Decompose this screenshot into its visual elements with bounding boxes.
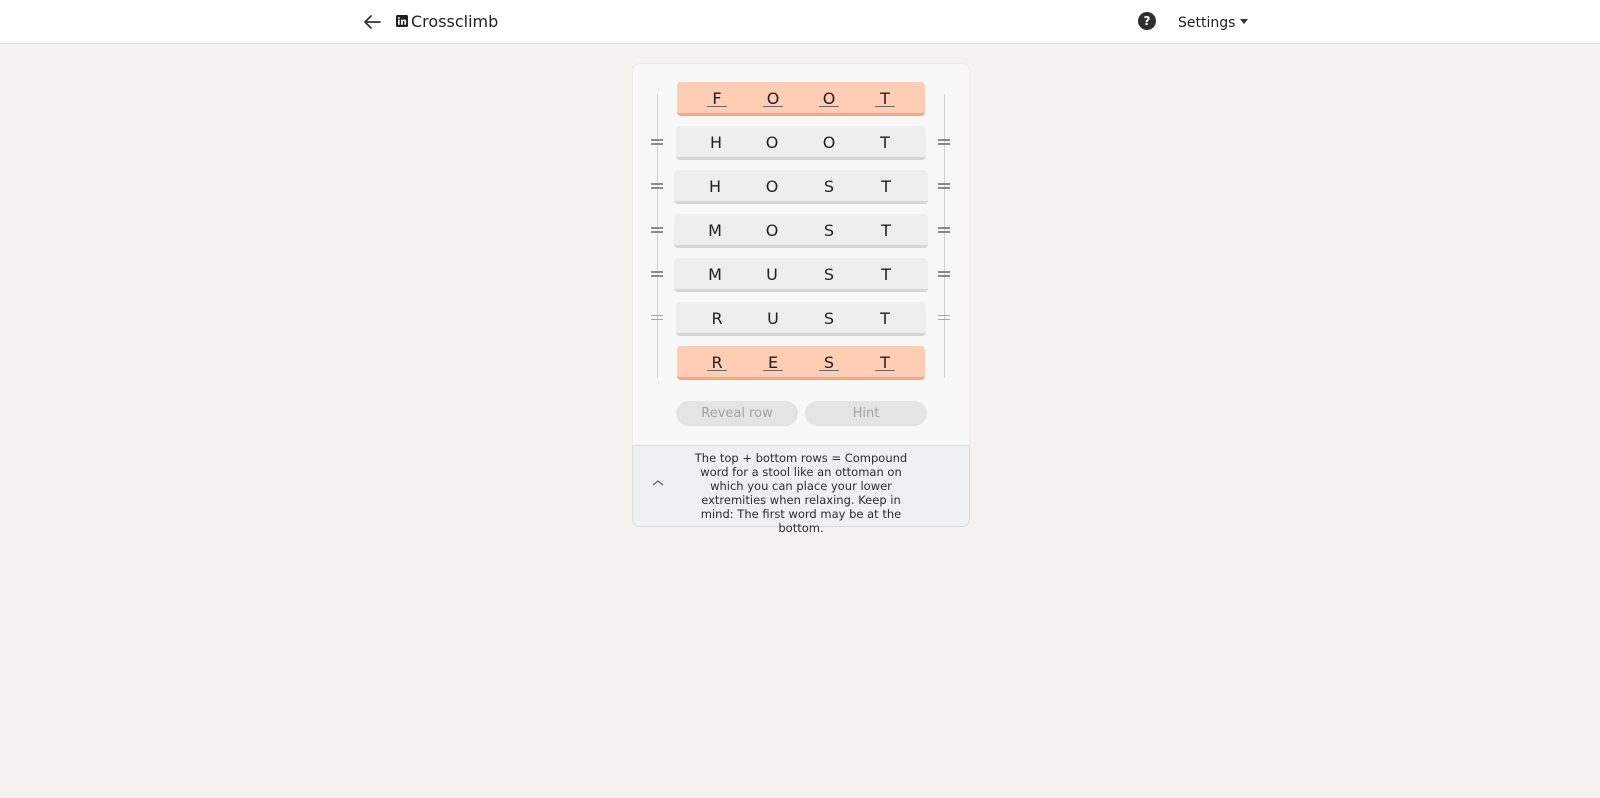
letter-cell[interactable]: T (875, 258, 897, 289)
letter-cell[interactable]: T (874, 302, 896, 333)
letter-cell[interactable]: T (874, 126, 896, 157)
clue-text: The top + bottom rows = Compound word fo… (694, 451, 908, 535)
letter-cell[interactable]: O (818, 126, 840, 157)
letter-cell[interactable]: S (818, 346, 840, 377)
drag-handle-icon[interactable] (938, 271, 950, 279)
letter-cell[interactable]: H (704, 170, 726, 201)
letter-cell[interactable]: O (761, 170, 783, 201)
letter-cell[interactable]: F (706, 82, 728, 113)
letter-cell[interactable]: T (874, 82, 896, 113)
letter-cell[interactable]: T (875, 214, 897, 245)
ladder-row[interactable]: MOST (674, 214, 928, 248)
letter-cell[interactable]: R (706, 346, 728, 377)
drag-handle-icon[interactable] (938, 183, 950, 191)
letter-cell[interactable]: O (818, 82, 840, 113)
drag-handle-icon[interactable] (651, 315, 663, 323)
letter-cell[interactable]: E (762, 346, 784, 377)
arrow-left-icon[interactable] (360, 10, 384, 34)
letter-cell[interactable]: R (706, 302, 728, 333)
ladder-row[interactable]: HOST (674, 170, 928, 204)
letter-cell[interactable]: S (818, 170, 840, 201)
settings-label: Settings (1178, 15, 1236, 31)
ladder-row[interactable]: MUST (674, 258, 928, 292)
drag-handle-icon[interactable] (651, 271, 663, 279)
ladder-row[interactable]: HOOT (676, 126, 926, 160)
drag-handle-icon[interactable] (651, 139, 663, 147)
ladder-row[interactable]: FOOT (677, 82, 925, 116)
app-title: Crossclimb (411, 12, 499, 31)
hint-button[interactable]: Hint (805, 401, 927, 426)
letter-cell[interactable]: S (818, 214, 840, 245)
letter-cell[interactable]: T (875, 170, 897, 201)
letter-cell[interactable]: M (704, 258, 726, 289)
caret-down-icon (1240, 19, 1249, 24)
letter-cell[interactable]: H (705, 126, 727, 157)
linkedin-logo-icon (396, 15, 408, 27)
drag-handle-icon[interactable] (651, 227, 663, 235)
chevron-up-icon[interactable] (651, 478, 665, 488)
letter-cell[interactable]: S (818, 302, 840, 333)
letter-cell[interactable]: O (761, 126, 783, 157)
letter-cell[interactable]: O (761, 214, 783, 245)
top-bar: Crossclimb ? Settings (0, 0, 1600, 44)
letter-cell[interactable]: U (762, 302, 784, 333)
question-circle-icon[interactable]: ? (1138, 12, 1156, 30)
letter-cell[interactable]: M (704, 214, 726, 245)
letter-cell[interactable]: O (762, 82, 784, 113)
letter-cell[interactable]: U (761, 258, 783, 289)
drag-handle-icon[interactable] (938, 315, 950, 323)
reveal-row-button[interactable]: Reveal row (676, 401, 798, 426)
drag-handle-icon[interactable] (651, 183, 663, 191)
letter-cell[interactable]: T (874, 346, 896, 377)
drag-handle-icon[interactable] (938, 139, 950, 147)
ladder-row[interactable]: REST (677, 346, 925, 380)
ladder-row[interactable]: RUST (676, 302, 926, 336)
letter-cell[interactable]: S (818, 258, 840, 289)
right-rail (944, 94, 945, 378)
game-board-panel (632, 63, 970, 445)
settings-button[interactable]: Settings (1178, 13, 1249, 33)
drag-handle-icon[interactable] (938, 227, 950, 235)
left-rail (657, 94, 658, 378)
